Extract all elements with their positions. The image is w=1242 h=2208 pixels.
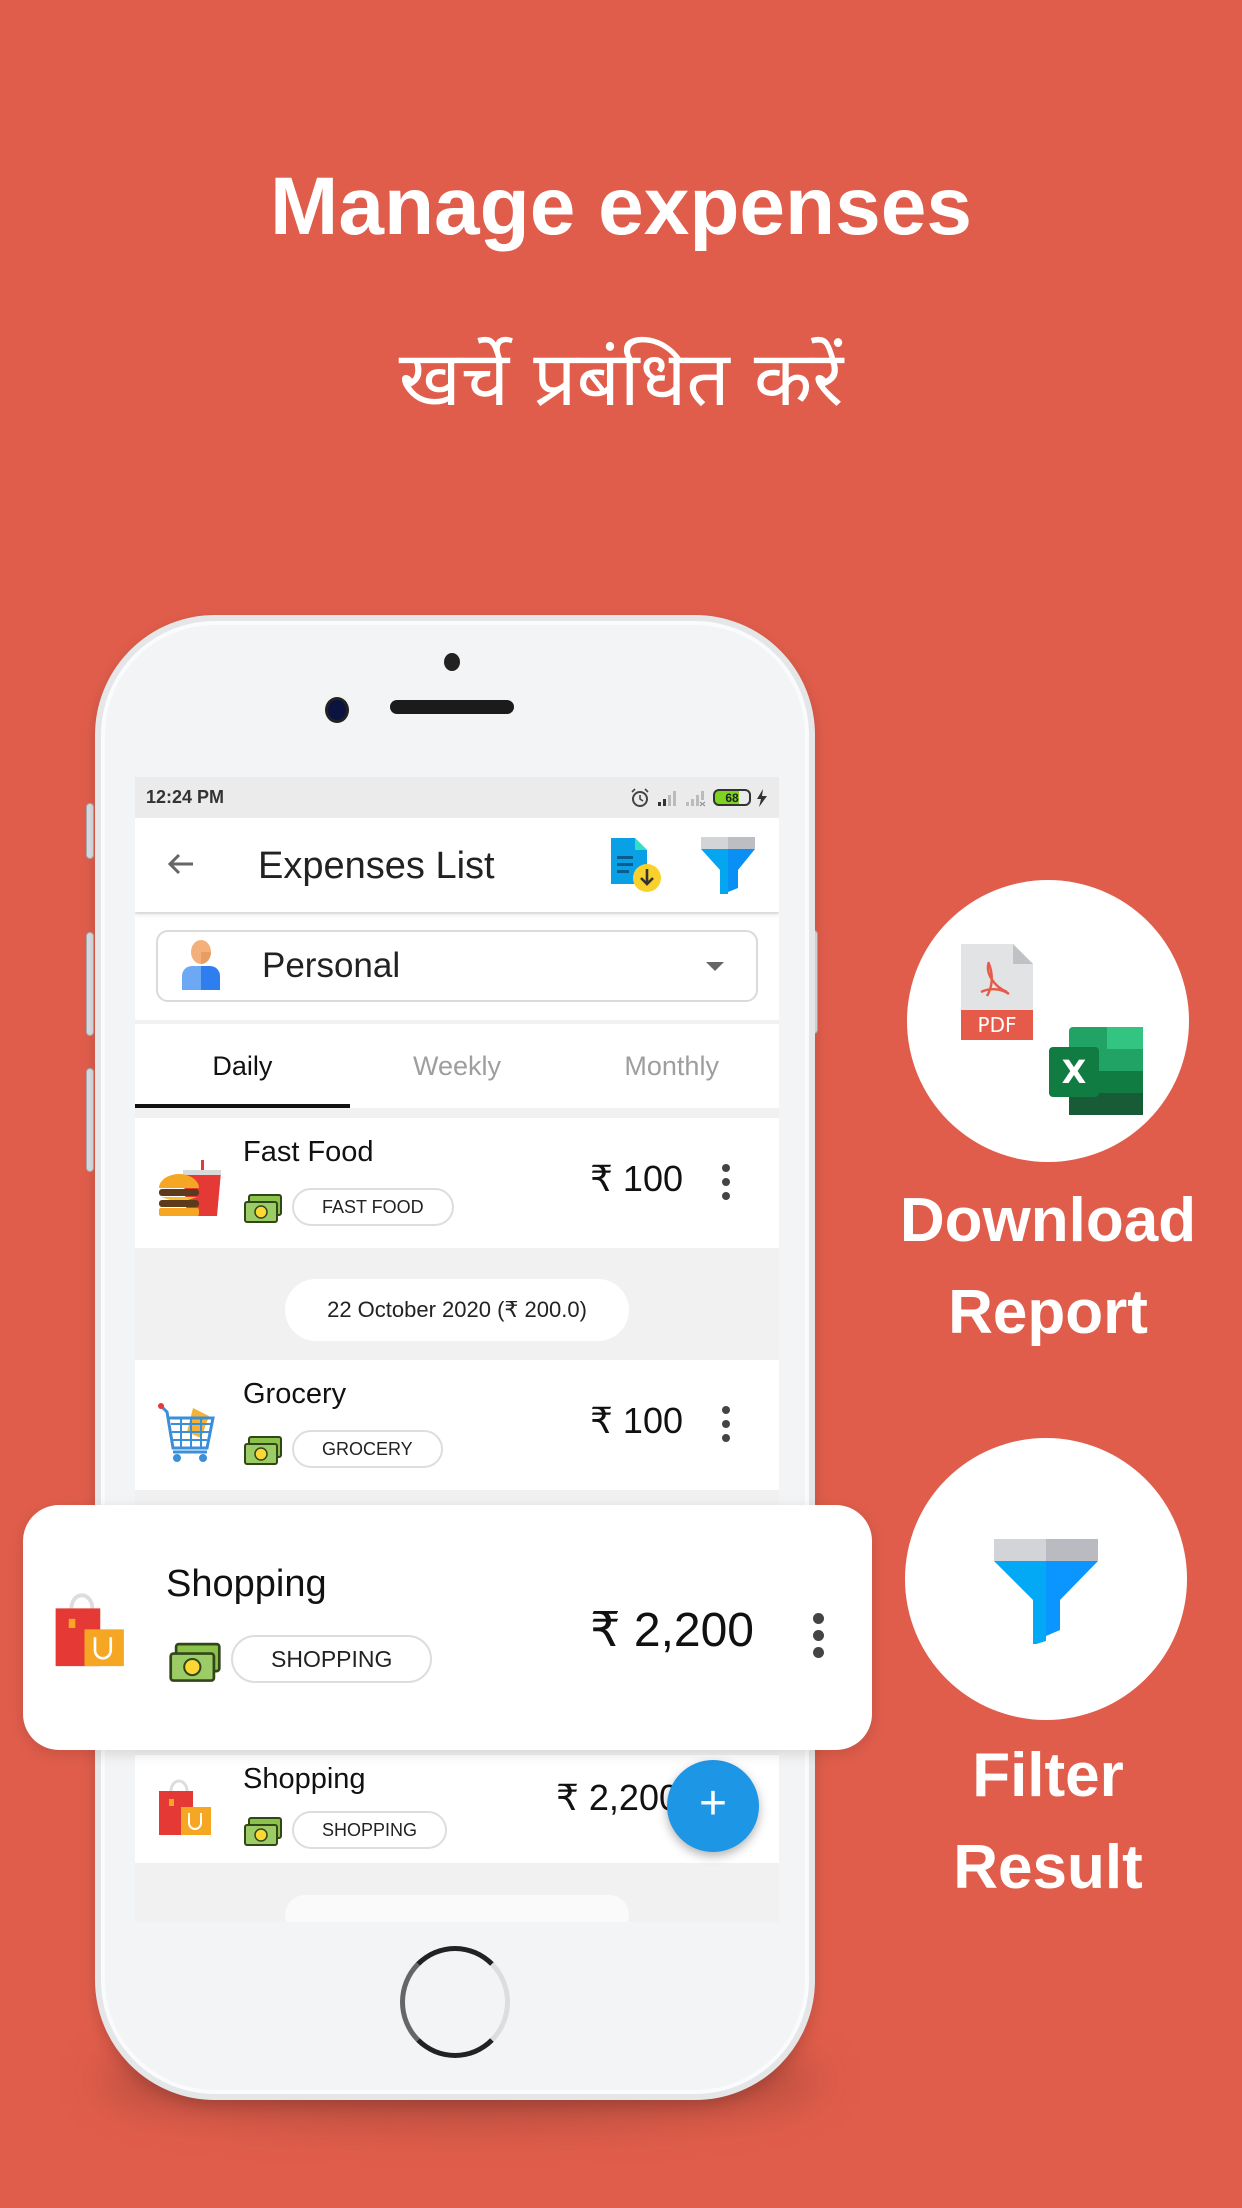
headline-english: Manage expenses	[270, 161, 972, 252]
download-report-label: Download Report	[878, 1175, 1218, 1359]
date-group-header: 22 October 2020 (₹ 200.0)	[285, 1279, 629, 1341]
account-selector-section: Personal	[135, 914, 779, 1020]
cash-icon	[244, 1817, 282, 1846]
filter-result-line2: Result	[953, 1833, 1143, 1902]
phone-volume-down	[86, 1068, 94, 1172]
download-report-icon[interactable]	[609, 836, 663, 894]
more-options-icon[interactable]	[721, 1164, 731, 1200]
excel-icon: X	[1049, 1027, 1143, 1115]
active-tab-indicator	[135, 1104, 350, 1108]
status-icons: 68	[629, 787, 767, 809]
category-chip[interactable]: SHOPPING	[231, 1635, 433, 1683]
headline-hindi: खर्चे प्रबंधित करें	[398, 334, 844, 423]
period-tabs: Daily Weekly Monthly	[135, 1024, 779, 1108]
download-report-line1: Download	[899, 1186, 1197, 1255]
filter-result-line1: Filter	[972, 1741, 1124, 1810]
status-bar: 12:24 PM 68	[135, 777, 779, 818]
front-camera	[325, 697, 349, 723]
download-report-feature: PDF X	[907, 880, 1189, 1162]
burger-icon	[159, 1160, 221, 1216]
arrow-back-icon[interactable]	[165, 848, 197, 880]
funnel-icon	[994, 1539, 1098, 1644]
cash-icon	[244, 1436, 282, 1465]
shopping-bag-icon	[159, 1779, 211, 1835]
expense-name: Shopping	[243, 1763, 366, 1795]
category-chip[interactable]: GROCERY	[292, 1430, 443, 1468]
status-time: 12:24 PM	[146, 787, 225, 807]
signal-icon	[658, 790, 676, 806]
filter-icon[interactable]	[700, 836, 756, 894]
expense-name: Fast Food	[243, 1136, 374, 1168]
proximity-sensor	[444, 653, 460, 671]
chevron-down-icon	[706, 962, 724, 971]
charging-icon	[757, 788, 767, 807]
earpiece-speaker	[390, 700, 514, 714]
tab-weekly[interactable]: Weekly	[350, 1024, 565, 1108]
account-selector-dropdown[interactable]: Personal	[156, 930, 758, 1002]
signal-off-icon	[686, 790, 706, 806]
shopping-bag-icon	[55, 1593, 124, 1667]
expense-amount: ₹ 100	[590, 1158, 683, 1199]
account-selected-label: Personal	[262, 946, 401, 985]
battery-icon: 68	[713, 789, 751, 806]
app-screen: 12:24 PM 68 Expenses List Personal Daily…	[135, 777, 779, 1922]
date-group-header	[285, 1895, 629, 1922]
cash-icon	[169, 1642, 221, 1682]
home-button[interactable]	[400, 1946, 510, 2058]
cart-icon	[158, 1403, 215, 1462]
phone-mute-switch	[86, 803, 94, 859]
add-expense-button[interactable]: +	[667, 1760, 759, 1852]
excel-label: X	[1062, 1053, 1087, 1091]
download-report-line2: Report	[948, 1278, 1148, 1347]
expense-amount: ₹ 2,200	[556, 1777, 679, 1818]
expense-row[interactable]: Grocery GROCERY ₹ 100	[135, 1360, 779, 1490]
phone-volume-up	[86, 932, 94, 1036]
cash-icon	[244, 1194, 282, 1223]
more-options-icon[interactable]	[812, 1613, 824, 1658]
filter-result-label: Filter Result	[878, 1730, 1218, 1914]
expense-name: Shopping	[166, 1563, 327, 1605]
page-title: Expenses List	[258, 845, 495, 887]
expense-name: Grocery	[243, 1378, 347, 1410]
expense-row[interactable]: Fast Food FAST FOOD ₹ 100	[135, 1118, 779, 1248]
alarm-icon	[631, 787, 649, 807]
expense-amount: ₹ 100	[590, 1400, 683, 1441]
category-chip[interactable]: FAST FOOD	[292, 1188, 454, 1226]
category-chip[interactable]: SHOPPING	[292, 1811, 448, 1849]
filter-result-feature	[905, 1438, 1187, 1720]
tab-monthly[interactable]: Monthly	[564, 1024, 779, 1108]
person-icon	[182, 940, 220, 990]
pdf-label: PDF	[978, 1013, 1017, 1037]
more-options-icon[interactable]	[721, 1406, 731, 1442]
expense-amount: ₹ 2,200	[590, 1604, 754, 1657]
highlighted-expense-card[interactable]: Shopping SHOPPING ₹ 2,200	[23, 1505, 872, 1750]
pdf-icon: PDF	[961, 944, 1033, 1040]
app-bar: Expenses List	[135, 818, 779, 912]
tab-daily[interactable]: Daily	[135, 1024, 350, 1108]
